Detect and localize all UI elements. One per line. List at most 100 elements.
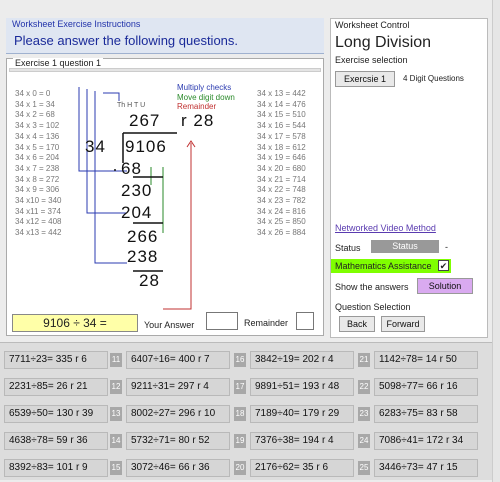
instructions-text: Please answer the following questions. bbox=[14, 33, 239, 48]
right_table-row: 34 x 15 = 510 bbox=[257, 110, 306, 120]
control-heading: Long Division bbox=[335, 34, 432, 51]
step-230: 230 bbox=[121, 181, 153, 200]
left_table-row: 34 x 3 = 102 bbox=[15, 121, 60, 131]
left_table-row: 34 x 1 = 34 bbox=[15, 99, 55, 109]
left_table-row: 34 x 2 = 68 bbox=[15, 110, 55, 120]
left-multiplication-table: 34 x 0 = 0 34 x 1 = 34 34 x 2 = 68 34 x 3 =… bbox=[15, 89, 61, 239]
back-button[interactable]: Back bbox=[339, 316, 375, 332]
your-answer-label: Your Answer bbox=[144, 320, 195, 330]
arrow-multiply-top bbox=[103, 92, 120, 101]
solution-button[interactable]: Solution bbox=[417, 278, 473, 294]
status-badge: Status bbox=[371, 240, 439, 253]
right-multiplication-table: 34 x 13 = 442 34 x 14 = 476 34 x 15 = 510 3… bbox=[257, 89, 306, 239]
right_table-row: 34 x 14 = 476 bbox=[257, 99, 306, 109]
right_table-row: 34 x 18 = 612 bbox=[257, 142, 306, 152]
question-number: 16 bbox=[234, 353, 246, 367]
question-item[interactable]: 3446÷73= 47 r 15 bbox=[374, 459, 478, 477]
exercise-select-button[interactable]: Exercsie 1 bbox=[335, 71, 395, 87]
question-item[interactable]: 6407÷16= 400 r 7 bbox=[126, 351, 230, 369]
question-item[interactable]: 2176÷62= 35 r 6 bbox=[250, 459, 354, 477]
question-item[interactable]: 8392÷83= 101 r 9 bbox=[4, 459, 108, 477]
divisor: 34 bbox=[85, 137, 106, 156]
right_table-row: 34 x 23 = 782 bbox=[257, 196, 306, 206]
right_table-row: 34 x 22 = 748 bbox=[257, 185, 306, 195]
legend-move: Move digit down bbox=[177, 92, 235, 102]
legend-multiply: Multiply checks bbox=[177, 83, 232, 92]
question-number: 21 bbox=[358, 353, 370, 367]
question-number: 24 bbox=[358, 434, 370, 448]
right_table-row: 34 x 13 = 442 bbox=[257, 89, 306, 98]
question-number: 22 bbox=[358, 380, 370, 394]
legend: Multiply checks Move digit down Remainde… bbox=[177, 83, 235, 112]
status-label: Status bbox=[335, 243, 361, 253]
assistance-checkbox[interactable]: ✔ bbox=[438, 260, 449, 271]
question-item[interactable]: 6283÷75= 83 r 58 bbox=[374, 405, 478, 423]
assistance-row: Mathematics Assistance ✔ bbox=[331, 259, 451, 273]
assistance-label: Mathematics Assistance bbox=[335, 261, 432, 271]
question-item[interactable]: 1142÷78= 14 r 50 bbox=[374, 351, 478, 369]
remainder-input[interactable] bbox=[296, 312, 314, 330]
question-item[interactable]: 3072÷46= 66 r 36 bbox=[126, 459, 230, 477]
right_table-row: 34 x 17 = 578 bbox=[257, 131, 306, 141]
left_table-row: 34 x 7 = 238 bbox=[15, 163, 60, 173]
vertical-scrollbar[interactable] bbox=[492, 0, 500, 482]
question-item[interactable]: 5098÷77= 66 r 16 bbox=[374, 378, 478, 396]
question-item[interactable]: 4638÷78= 59 r 36 bbox=[4, 432, 108, 450]
legend-remainder: Remainder bbox=[177, 102, 217, 111]
right_table-row: 34 x 25 = 850 bbox=[257, 217, 306, 227]
division-expression: 9106 ÷ 34 = bbox=[12, 314, 138, 332]
right_table-row: 34 x 16 = 544 bbox=[257, 121, 306, 131]
exercise-selection-label: Exercise selection bbox=[335, 55, 408, 65]
status-dash: - bbox=[445, 242, 448, 252]
step-238: 238 bbox=[127, 247, 159, 266]
question-item[interactable]: 7189÷40= 179 r 29 bbox=[250, 405, 354, 423]
video-method-link[interactable]: Networked Video Method bbox=[335, 223, 436, 233]
question-number: 14 bbox=[110, 434, 122, 448]
right_table-row: 34 x 24 = 816 bbox=[257, 206, 306, 216]
question-item[interactable]: 2231÷85= 26 r 21 bbox=[4, 378, 108, 396]
worksheet-control-panel: Worksheet Control Long Division Exercise… bbox=[330, 18, 488, 338]
question-item[interactable]: 9211÷31= 297 r 4 bbox=[126, 378, 230, 396]
question-number: 12 bbox=[110, 380, 122, 394]
question-item[interactable]: 7711÷23= 335 r 6 bbox=[4, 351, 108, 369]
left_table-row: 34 x10 = 340 bbox=[15, 196, 62, 206]
left_table-row: 34 x12 = 408 bbox=[15, 217, 62, 227]
question-number: 20 bbox=[234, 461, 246, 475]
question-item[interactable]: 3842÷19= 202 r 4 bbox=[250, 351, 354, 369]
control-title: Worksheet Control bbox=[335, 20, 410, 30]
exercise-title: Exercise 1 question 1 bbox=[13, 58, 104, 68]
forward-button[interactable]: Forward bbox=[381, 316, 425, 332]
question-number: 23 bbox=[358, 407, 370, 421]
question-item[interactable]: 9891÷51= 193 r 48 bbox=[250, 378, 354, 396]
arrow-remainder bbox=[163, 143, 192, 310]
question-number: 17 bbox=[234, 380, 246, 394]
left_table-row: 34 x 0 = 0 bbox=[15, 89, 51, 98]
right_table-row: 34 x 20 = 680 bbox=[257, 163, 306, 173]
arrow-multiply-68 bbox=[78, 87, 127, 172]
question-number: 11 bbox=[110, 353, 122, 367]
exercise-progress-bar bbox=[9, 68, 321, 72]
remainder-result: r 28 bbox=[181, 111, 215, 130]
right_table-row: 34 x 26 = 884 bbox=[257, 228, 306, 238]
question-item[interactable]: 7086÷41= 172 r 34 bbox=[374, 432, 478, 450]
remainder-input-label: Remainder bbox=[244, 318, 289, 328]
step-68: 68 bbox=[121, 159, 142, 178]
right_table-row: 34 x 21 = 714 bbox=[257, 174, 306, 184]
place-values: Th H T U bbox=[117, 102, 146, 109]
question-item[interactable]: 7376÷38= 194 r 4 bbox=[250, 432, 354, 450]
left_table-row: 34 x 5 = 170 bbox=[15, 142, 60, 152]
question-grid: 7711÷23= 335 r 6 11 6407÷16= 400 r 7 16 3842… bbox=[0, 342, 492, 480]
question-selection-label: Question Selection bbox=[335, 302, 411, 312]
left_table-row: 34 x13 = 442 bbox=[15, 228, 62, 238]
quotient: 267 bbox=[129, 111, 161, 130]
left_table-row: 34 x 6 = 204 bbox=[15, 153, 60, 163]
question-item[interactable]: 5732÷71= 80 r 52 bbox=[126, 432, 230, 450]
digit-questions-label: 4 Digit Questions bbox=[403, 74, 464, 83]
question-item[interactable]: 8002÷27= 296 r 10 bbox=[126, 405, 230, 423]
left_table-row: 34 x 9 = 306 bbox=[15, 185, 60, 195]
step-266: 266 bbox=[127, 227, 159, 246]
answer-input[interactable] bbox=[206, 312, 238, 330]
question-item[interactable]: 6539÷50= 130 r 39 bbox=[4, 405, 108, 423]
question-number: 15 bbox=[110, 461, 122, 475]
question-number: 25 bbox=[358, 461, 370, 475]
